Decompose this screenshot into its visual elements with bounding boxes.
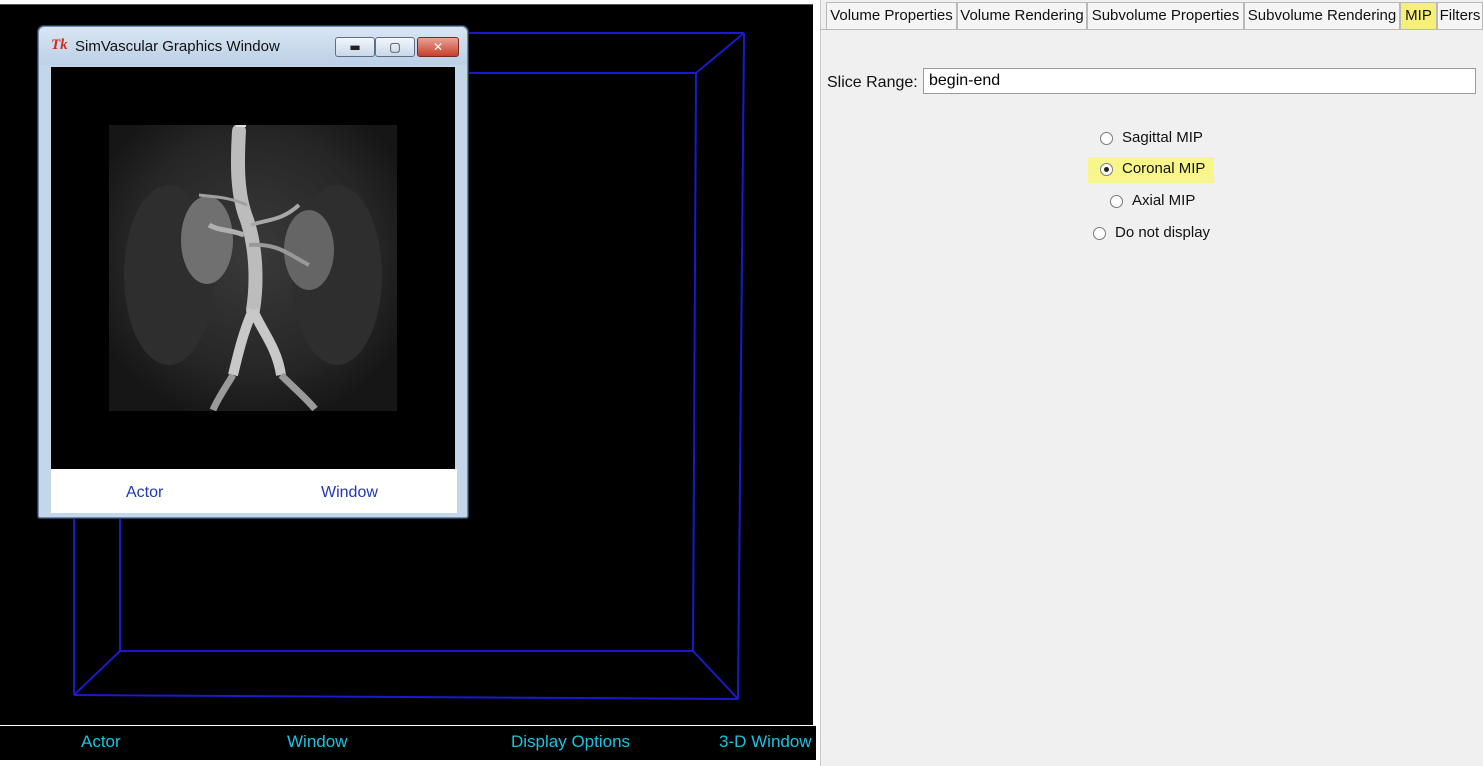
mip-render-canvas[interactable] bbox=[51, 67, 455, 469]
radio-label: Coronal MIP bbox=[1122, 160, 1206, 177]
graphics-actor-button[interactable]: Actor bbox=[126, 484, 163, 502]
radio-sagittal-mip[interactable]: Sagittal MIP bbox=[1096, 126, 1206, 152]
radio-axial-mip[interactable]: Axial MIP bbox=[1106, 189, 1201, 215]
window-menu-button[interactable]: Window bbox=[287, 732, 347, 752]
3d-window-button[interactable]: 3-D Window bbox=[719, 732, 812, 752]
radio-button-icon bbox=[1100, 132, 1113, 145]
app-root: Actor Window Display Options 3-D Window … bbox=[0, 0, 1483, 766]
tab-volume-rendering[interactable]: Volume Rendering bbox=[957, 2, 1087, 29]
minimize-button[interactable]: ▬ bbox=[335, 37, 375, 57]
tab-divider bbox=[821, 29, 1483, 30]
actor-menu-button[interactable]: Actor bbox=[81, 732, 121, 752]
graphics-window[interactable]: Tk SimVascular Graphics Window ▬ ▢ ✕ Act… bbox=[38, 26, 468, 518]
graphics-window-footer: Actor Window bbox=[51, 469, 457, 513]
radio-coronal-mip[interactable]: Coronal MIP bbox=[1088, 157, 1214, 183]
maximize-icon: ▢ bbox=[389, 40, 401, 54]
tab-subvolume-rendering[interactable]: Subvolume Rendering bbox=[1244, 2, 1400, 29]
tab-mip[interactable]: MIP bbox=[1400, 2, 1437, 29]
mri-coronal-mip-image bbox=[109, 125, 397, 412]
graphics-window-button[interactable]: Window bbox=[321, 484, 378, 502]
properties-panel: Volume Properties Volume Rendering Subvo… bbox=[820, 0, 1483, 766]
radio-button-icon bbox=[1093, 227, 1106, 240]
slice-range-input[interactable] bbox=[923, 68, 1476, 94]
graphics-window-title: SimVascular Graphics Window bbox=[75, 38, 280, 55]
minimize-icon: ▬ bbox=[349, 40, 361, 54]
radio-do-not-display[interactable]: Do not display bbox=[1089, 221, 1219, 247]
close-button[interactable]: ✕ bbox=[417, 37, 459, 57]
close-icon: ✕ bbox=[432, 40, 444, 54]
maximize-button[interactable]: ▢ bbox=[375, 37, 415, 57]
radio-button-selected-icon bbox=[1100, 163, 1113, 176]
radio-button-icon bbox=[1110, 195, 1123, 208]
graphics-window-titlebar[interactable]: Tk SimVascular Graphics Window ▬ ▢ ✕ bbox=[39, 27, 467, 65]
display-options-button[interactable]: Display Options bbox=[511, 732, 630, 752]
tab-volume-properties[interactable]: Volume Properties bbox=[826, 2, 957, 29]
tab-subvolume-properties[interactable]: Subvolume Properties bbox=[1087, 2, 1244, 29]
viewport-bottom-bar: Actor Window Display Options 3-D Window bbox=[0, 726, 816, 760]
radio-label: Sagittal MIP bbox=[1122, 129, 1203, 146]
tab-filters[interactable]: Filters bbox=[1437, 2, 1483, 29]
slice-range-label: Slice Range: bbox=[827, 74, 918, 91]
tab-bar: Volume Properties Volume Rendering Subvo… bbox=[821, 0, 1483, 30]
radio-label: Do not display bbox=[1115, 224, 1211, 241]
radio-label: Axial MIP bbox=[1132, 192, 1196, 209]
tk-logo-icon: Tk bbox=[51, 37, 68, 53]
